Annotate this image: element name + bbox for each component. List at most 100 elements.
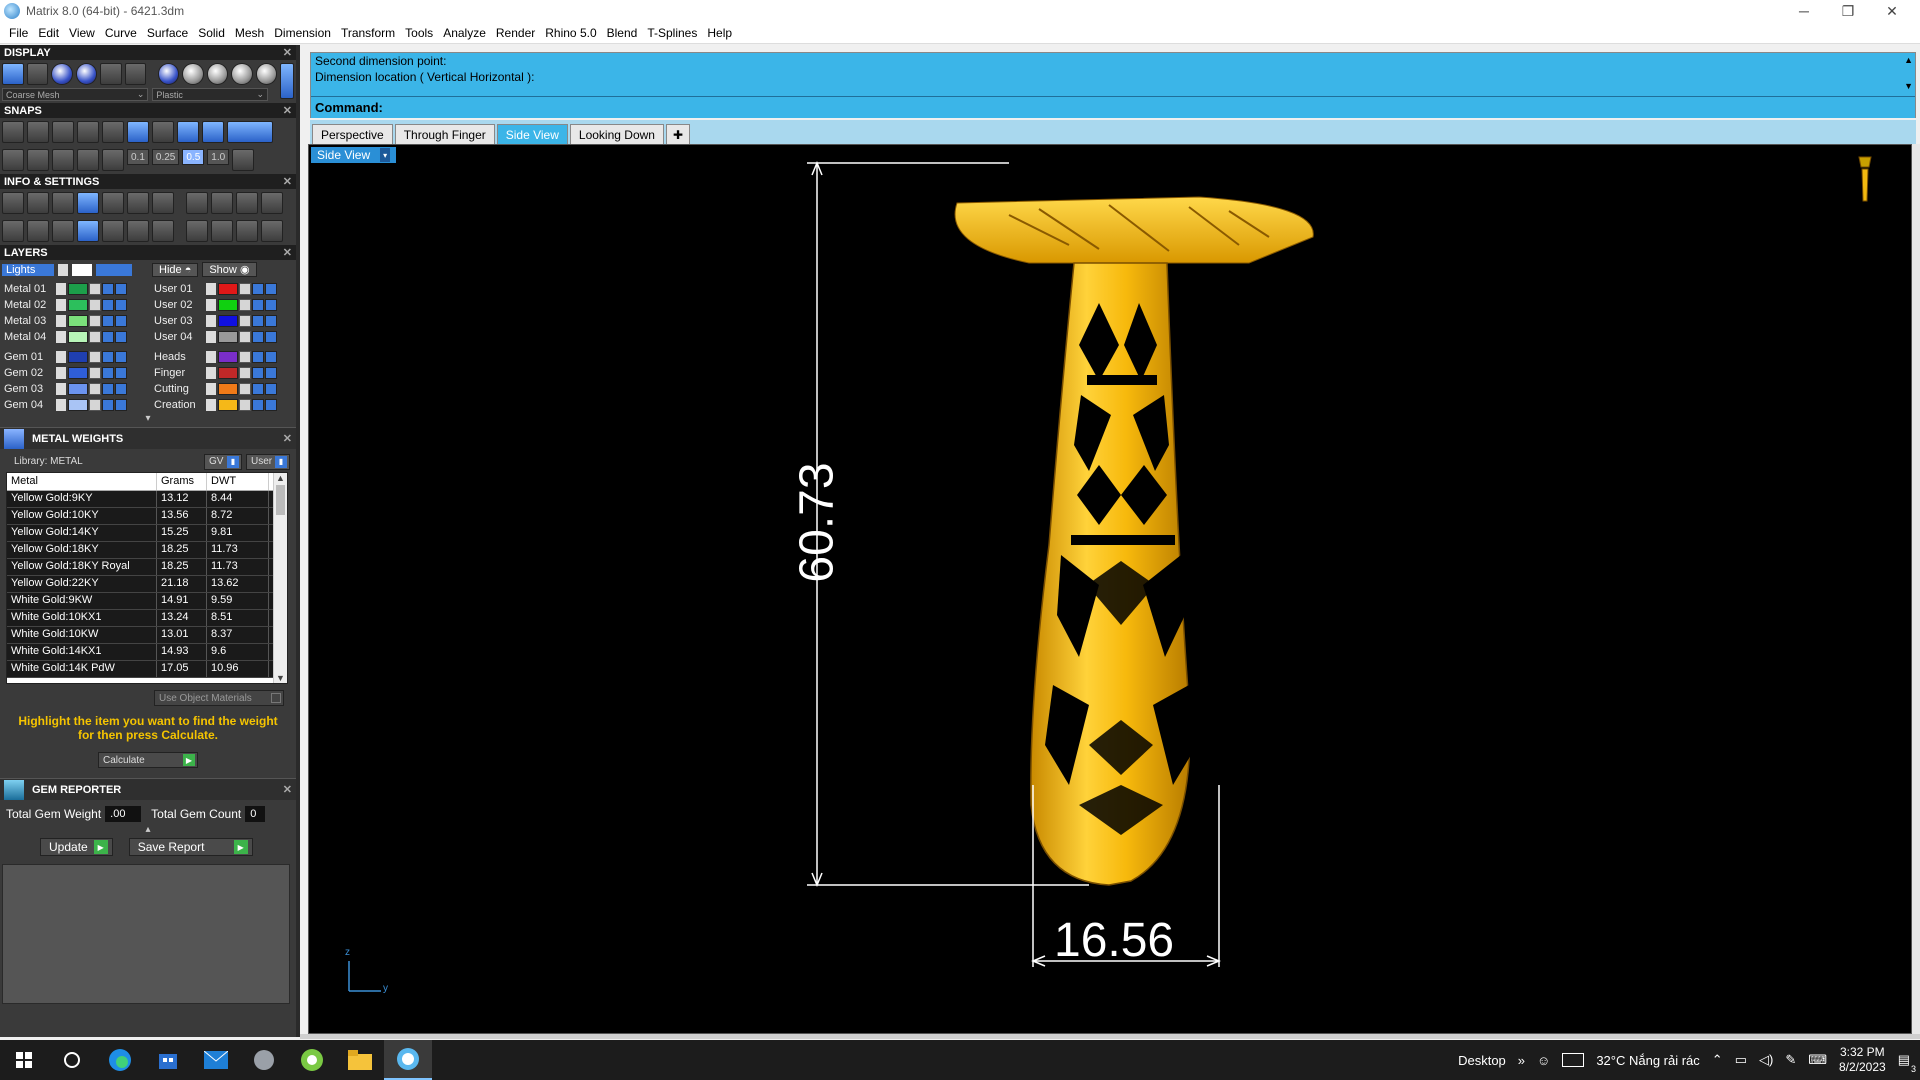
tab-perspective[interactable]: Perspective (312, 124, 393, 144)
material-plastic-icon[interactable] (255, 63, 278, 85)
menu-render[interactable]: Render (491, 26, 540, 40)
lock-icon[interactable] (89, 399, 101, 411)
close-button[interactable]: ✕ (1872, 0, 1912, 22)
arrow-icon[interactable] (206, 399, 216, 411)
grid-icon[interactable] (232, 149, 255, 171)
column-dwt[interactable]: DWT (207, 473, 269, 490)
lock-icon[interactable] (89, 315, 101, 327)
column-metal[interactable]: Metal (7, 473, 157, 490)
table-scrollbar[interactable]: ▲ ▼ (273, 473, 287, 683)
layer-color[interactable] (218, 331, 238, 343)
show-button[interactable]: Show ◉ (202, 262, 257, 277)
visible-icon[interactable] (252, 299, 264, 311)
table-row[interactable]: Yellow Gold:10KY 13.56 8.72 (7, 508, 287, 525)
visible-icon[interactable] (252, 399, 264, 411)
table-row[interactable]: Yellow Gold:14KY 15.25 9.81 (7, 525, 287, 542)
layer-row[interactable]: Gem 02 (2, 365, 152, 381)
arrow-icon[interactable] (206, 299, 216, 311)
scroll-thumb[interactable] (276, 485, 285, 515)
clock[interactable]: 3:32 PM 8/2/2023 (1839, 1045, 1886, 1075)
menu-blend[interactable]: Blend (602, 26, 643, 40)
layer-row[interactable]: Gem 01 (2, 349, 152, 365)
group-icon[interactable] (2, 220, 24, 242)
command-input[interactable]: Command: (311, 96, 1915, 118)
edge-icon[interactable] (96, 1040, 144, 1080)
model-thumbnail-icon[interactable] (1858, 156, 1872, 202)
draw-icon[interactable] (77, 149, 99, 171)
table-row[interactable]: Yellow Gold:18KY Royal 18.25 11.73 (7, 559, 287, 576)
cube-icon[interactable] (152, 192, 174, 214)
info-icon[interactable] (102, 192, 124, 214)
layer-row[interactable]: Metal 01 (2, 281, 152, 297)
menu-file[interactable]: File (4, 26, 33, 40)
material-silver-icon[interactable] (182, 63, 204, 85)
rhino-icon[interactable] (240, 1040, 288, 1080)
close-icon[interactable]: ✕ (283, 175, 292, 188)
minimize-button[interactable]: ─ (1784, 0, 1824, 22)
tab-through-finger[interactable]: Through Finger (394, 124, 495, 144)
layer-row[interactable]: Creation (152, 397, 296, 413)
column-grams[interactable]: Grams (157, 473, 207, 490)
shaded-icon[interactable] (26, 63, 48, 85)
visible-icon[interactable] (252, 315, 264, 327)
select-icon[interactable] (115, 367, 127, 379)
menu-curve[interactable]: Curve (100, 26, 142, 40)
select-icon[interactable] (115, 351, 127, 363)
snap-point-icon[interactable] (52, 121, 74, 143)
grid-snap-icon[interactable] (2, 149, 24, 171)
jewelry-model[interactable] (954, 196, 1314, 886)
layer-row[interactable]: Gem 03 (2, 381, 152, 397)
table-row[interactable]: White Gold:14K PdW 17.05 10.96 (7, 661, 287, 678)
prong-icon[interactable] (211, 220, 233, 242)
arrow-icon[interactable] (56, 331, 66, 343)
visible-icon[interactable] (252, 367, 264, 379)
lock-icon[interactable] (239, 315, 251, 327)
layer-row[interactable]: User 03 (152, 313, 296, 329)
table-row[interactable]: Yellow Gold:9KY 13.12 8.44 (7, 491, 287, 508)
select-icon[interactable] (127, 220, 149, 242)
mesh-quality-combo[interactable]: Coarse Mesh ⌄ (2, 88, 149, 101)
close-icon[interactable]: ✕ (283, 246, 292, 259)
bezel-icon[interactable] (261, 220, 283, 242)
scroll-down-icon[interactable]: ▼ (274, 673, 287, 683)
layer-row[interactable]: Metal 03 (2, 313, 152, 329)
arrow-icon[interactable] (56, 299, 66, 311)
arrow-icon[interactable] (206, 383, 216, 395)
notifications-icon[interactable]: ▤ 3 (1898, 1052, 1916, 1074)
visible-icon[interactable] (102, 367, 114, 379)
lock-icon[interactable] (89, 367, 101, 379)
pen-icon[interactable]: ✎ (1785, 1052, 1796, 1068)
arrow-icon[interactable] (56, 399, 66, 411)
select-icon[interactable] (265, 299, 277, 311)
close-icon[interactable]: ✕ (283, 104, 292, 117)
menu-tools[interactable]: Tools (400, 26, 438, 40)
scene-icon[interactable] (186, 192, 208, 214)
arrow-icon[interactable] (58, 263, 68, 276)
snap-value-4[interactable]: 1.0 (207, 149, 230, 165)
select-icon[interactable] (265, 283, 277, 295)
lights-icon[interactable] (211, 192, 233, 214)
lights-toggles[interactable] (96, 263, 132, 276)
select-icon[interactable] (115, 315, 127, 327)
project-icon[interactable] (102, 149, 124, 171)
edit-icon[interactable] (127, 192, 149, 214)
snap-mid-icon[interactable] (77, 121, 99, 143)
display-settings-icon[interactable] (124, 63, 146, 85)
menu-rhino[interactable]: Rhino 5.0 (540, 26, 601, 40)
visible-icon[interactable] (102, 283, 114, 295)
arrow-icon[interactable] (56, 367, 66, 379)
table-row[interactable]: White Gold:14KX1 14.93 9.6 (7, 644, 287, 661)
lock-icon[interactable] (89, 299, 101, 311)
layer-row[interactable]: Finger (152, 365, 296, 381)
viewport[interactable]: Side View ▾ 60.73 16.56 z y (308, 144, 1912, 1034)
layer-row[interactable]: User 01 (152, 281, 296, 297)
layer-row[interactable]: Cutting (152, 381, 296, 397)
display-expand-icon[interactable] (280, 63, 295, 99)
lock-icon[interactable] (89, 351, 101, 363)
update-button[interactable]: Update ▶ (40, 838, 113, 856)
volume-icon[interactable]: ◁) (1759, 1052, 1773, 1068)
chevron-up-icon[interactable]: ⌃ (1712, 1052, 1723, 1068)
gem-icon[interactable] (186, 220, 208, 242)
layer-color[interactable] (218, 283, 238, 295)
lock-icon[interactable] (239, 331, 251, 343)
